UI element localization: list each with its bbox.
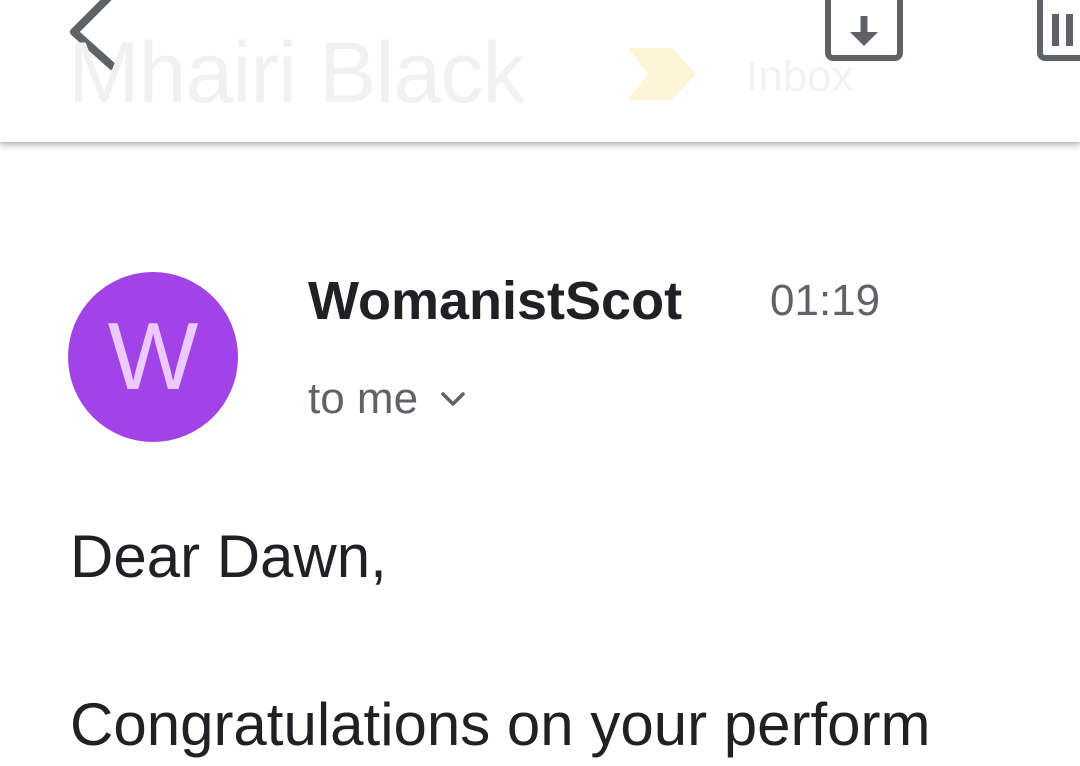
chevron-down-icon xyxy=(441,392,465,406)
message-greeting: Dear Dawn, xyxy=(70,523,387,590)
archive-download-icon xyxy=(825,0,903,61)
important-marker-icon[interactable] xyxy=(624,46,698,102)
sender-avatar[interactable]: W xyxy=(68,272,238,442)
recipients-label: to me xyxy=(308,374,419,423)
email-subject: Mhairi Black xyxy=(68,25,525,121)
toolbar-more-icon xyxy=(1037,0,1080,61)
sender-name: WomanistScot xyxy=(308,271,683,331)
message-body-line: Congratulations on your perform xyxy=(70,691,931,758)
message-time: 01:19 xyxy=(770,276,881,325)
archive-button[interactable] xyxy=(822,0,906,66)
recipients-toggle[interactable]: to me xyxy=(308,374,468,430)
top-app-bar: Mhairi Black Inbox xyxy=(0,0,1080,142)
toolbar-more-button[interactable] xyxy=(1034,0,1080,66)
